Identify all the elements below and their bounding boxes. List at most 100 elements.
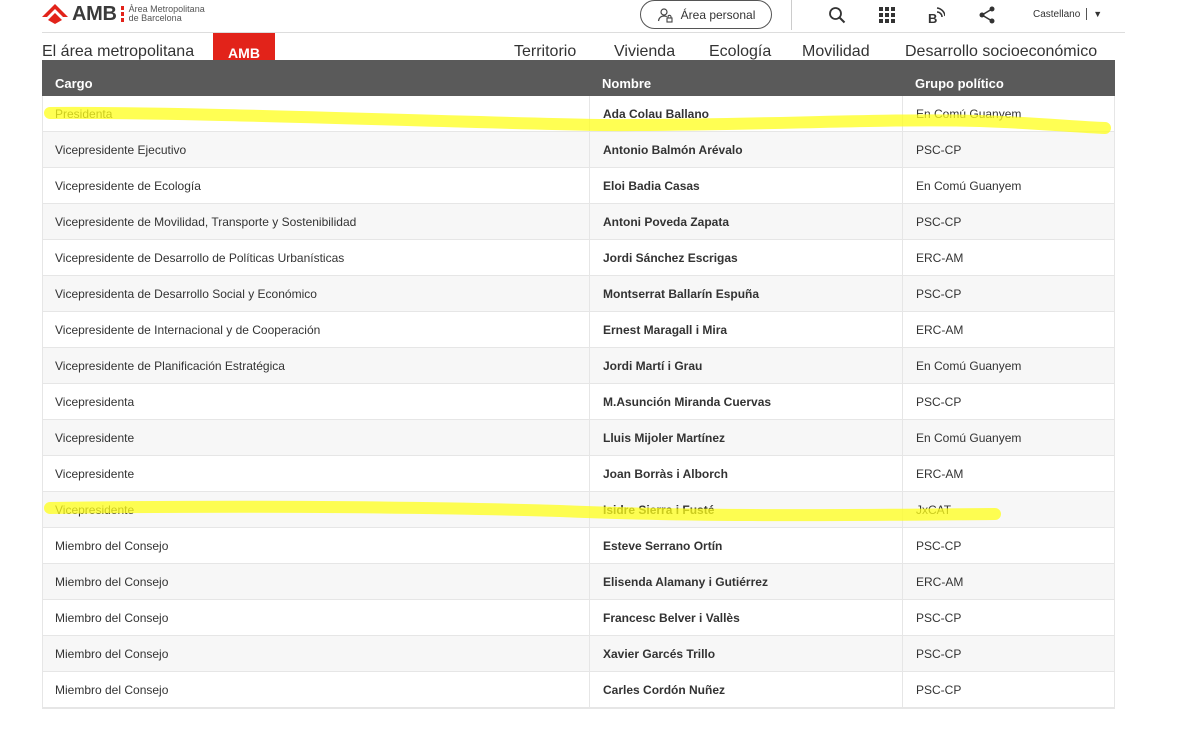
cell-cargo: Vicepresidente de Planificación Estratég… <box>55 358 285 373</box>
share-icon[interactable] <box>977 5 997 25</box>
cell-cargo: Vicepresidente <box>55 430 135 445</box>
cell-cargo: Miembro del Consejo <box>55 538 169 553</box>
amb-logo-icon <box>42 4 68 24</box>
cell-nombre: Esteve Serrano Ortín <box>589 528 902 563</box>
table-row: Miembro del Consejo Elisenda Alamany i Gu… <box>42 564 1115 600</box>
cell-grupo: ERC-AM <box>902 456 1115 491</box>
cell-cargo: Vicepresidente Ejecutivo <box>55 142 187 157</box>
cell-grupo: ERC-AM <box>902 240 1115 275</box>
cell-grupo: PSC-CP <box>902 528 1115 563</box>
table-row: Vicepresidente de Internacional y de Coo… <box>42 312 1115 348</box>
language-label: Castellano <box>1033 8 1081 20</box>
cell-grupo: JxCAT <box>902 492 1115 527</box>
cell-nombre: Antoni Poveda Zapata <box>589 204 902 239</box>
cell-cargo: Miembro del Consejo <box>55 610 169 625</box>
cell-grupo: PSC-CP <box>902 636 1115 671</box>
nav-item-area-metropolitana[interactable]: El área metropolitana <box>42 43 194 61</box>
table-row: Vicepresidenta de Desarrollo Social y Ec… <box>42 276 1115 312</box>
logo-dots <box>120 6 124 22</box>
cell-grupo: PSC-CP <box>902 204 1115 239</box>
cell-cargo: Vicepresidenta <box>55 394 135 409</box>
table-row: Vicepresidenta M.Asunción Miranda Cuervas… <box>42 384 1115 420</box>
table-row: Miembro del Consejo Xavier Garcés Trillo P… <box>42 636 1115 672</box>
cell-cargo: Vicepresidente <box>55 502 135 517</box>
cell-nombre: Ada Colau Ballano <box>589 96 902 131</box>
table-row: Vicepresidente Joan Borràs i Alborch ERC-A… <box>42 456 1115 492</box>
cell-grupo: PSC-CP <box>902 672 1115 707</box>
cell-nombre: Antonio Balmón Arévalo <box>589 132 902 167</box>
cell-nombre: Xavier Garcés Trillo <box>589 636 902 671</box>
cell-grupo: PSC-CP <box>902 384 1115 419</box>
cell-grupo: En Comú Guanyem <box>902 348 1115 383</box>
table-row: Vicepresidente de Ecología Eloi Badia Cas… <box>42 168 1115 204</box>
cell-nombre: M.Asunción Miranda Cuervas <box>589 384 902 419</box>
cell-nombre: Jordi Martí i Grau <box>589 348 902 383</box>
table-row: Vicepresidente de Movilidad, Transporte … <box>42 204 1115 240</box>
table-row: Vicepresidente Ejecutivo Antonio Balmón A… <box>42 132 1115 168</box>
nav-item-territorio[interactable]: Territorio <box>514 43 576 61</box>
cell-nombre: Elisenda Alamany i Gutiérrez <box>589 564 902 599</box>
council-table: Cargo Nombre Grupo político Presidenta Ad… <box>42 60 1115 708</box>
svg-text:B: B <box>928 11 937 24</box>
cell-nombre: Carles Cordón Nuñez <box>589 672 902 707</box>
language-selector[interactable]: Castellano ▼ <box>1033 8 1102 20</box>
table-row: Presidenta Ada Colau Ballano En Comú Guany… <box>42 96 1115 132</box>
apps-grid-icon[interactable] <box>877 5 897 25</box>
cell-cargo: Vicepresidente de Ecología <box>55 178 201 193</box>
cell-nombre: Ernest Maragall i Mira <box>589 312 902 347</box>
cell-cargo: Vicepresidente <box>55 466 135 481</box>
table-header: Cargo Nombre Grupo político <box>42 60 1115 96</box>
logo-sub-line2: de Barcelona <box>128 13 182 23</box>
header-cargo: Cargo <box>55 75 93 91</box>
nav-item-vivienda[interactable]: Vivienda <box>614 43 675 61</box>
header-separator <box>791 0 792 30</box>
rss-icon[interactable]: B <box>926 5 946 25</box>
table-row: Vicepresidente de Desarrollo de Política… <box>42 240 1115 276</box>
nav-item-movilidad[interactable]: Movilidad <box>802 43 870 61</box>
table-row: Miembro del Consejo Esteve Serrano Ortín P… <box>42 528 1115 564</box>
nav-item-desarrollo[interactable]: Desarrollo socioeconómico <box>905 43 1097 61</box>
cell-nombre: Francesc Belver i Vallès <box>589 600 902 635</box>
chevron-down-icon: ▼ <box>1093 9 1103 19</box>
personal-area-button[interactable]: Área personal <box>640 0 772 29</box>
cell-nombre: Lluis Mijoler Martínez <box>589 420 902 455</box>
nav-item-ecologia[interactable]: Ecología <box>709 43 771 61</box>
logo-subtitle: Àrea Metropolitana de Barcelona <box>129 5 205 23</box>
cell-cargo: Miembro del Consejo <box>55 646 169 661</box>
table-row: Vicepresidente Lluis Mijoler Martínez En C… <box>42 420 1115 456</box>
table-row: Miembro del Consejo Francesc Belver i Val… <box>42 600 1115 636</box>
cell-nombre: Isidre Sierra i Fusté <box>589 492 902 527</box>
cell-grupo: PSC-CP <box>902 600 1115 635</box>
cell-nombre: Montserrat Ballarín Espuña <box>589 276 902 311</box>
cell-nombre: Jordi Sánchez Escrigas <box>589 240 902 275</box>
cell-grupo: ERC-AM <box>902 312 1115 347</box>
table-row: Vicepresidente Isidre Sierra i Fusté JxCAT <box>42 492 1115 528</box>
amb-logo[interactable]: AMB Àrea Metropolitana de Barcelona <box>42 2 205 26</box>
cell-cargo: Vicepresidenta de Desarrollo Social y Ec… <box>55 286 317 301</box>
cell-nombre: Eloi Badia Casas <box>589 168 902 203</box>
cell-cargo: Vicepresidente de Internacional y de Coo… <box>55 322 321 337</box>
cell-cargo: Vicepresidente de Movilidad, Transporte … <box>55 214 357 229</box>
cell-grupo: En Comú Guanyem <box>902 168 1115 203</box>
search-icon[interactable] <box>827 5 847 25</box>
cell-cargo: Miembro del Consejo <box>55 682 169 697</box>
table-row: Vicepresidente de Planificación Estratég… <box>42 348 1115 384</box>
header-nombre: Nombre <box>602 75 652 91</box>
cell-grupo: En Comú Guanyem <box>902 96 1115 131</box>
cell-cargo: Vicepresidente de Desarrollo de Política… <box>55 250 345 265</box>
table-row: Miembro del Consejo Carles Cordón Nuñez PS… <box>42 672 1115 708</box>
cell-grupo: PSC-CP <box>902 276 1115 311</box>
cell-nombre: Joan Borràs i Alborch <box>589 456 902 491</box>
top-bar: AMB Àrea Metropolitana de Barcelona Área… <box>0 0 1125 32</box>
personal-area-label: Área personal <box>680 7 756 22</box>
person-lock-icon <box>657 7 673 23</box>
header-grupo: Grupo político <box>915 75 1004 91</box>
cell-grupo: ERC-AM <box>902 564 1115 599</box>
table-body: Presidenta Ada Colau Ballano En Comú Guany… <box>42 96 1115 708</box>
cell-grupo: En Comú Guanyem <box>902 420 1115 455</box>
cell-grupo: PSC-CP <box>902 132 1115 167</box>
cell-cargo: Presidenta <box>55 106 113 121</box>
logo-text: AMB <box>72 2 117 25</box>
cell-cargo: Miembro del Consejo <box>55 574 169 589</box>
language-separator <box>1086 8 1088 20</box>
